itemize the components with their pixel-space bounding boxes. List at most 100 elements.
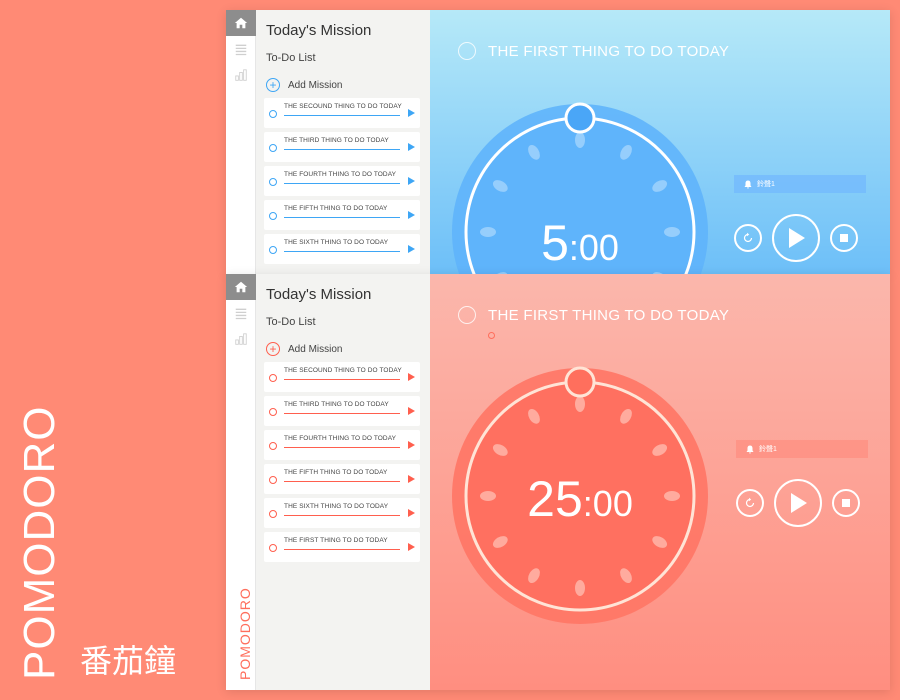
task-check-circle[interactable]	[269, 510, 277, 518]
timer-minutes: 25	[527, 471, 583, 527]
play-button[interactable]	[774, 479, 822, 527]
task-label: THE FIRST THING TO DO TODAY	[284, 537, 388, 544]
reset-button[interactable]	[736, 489, 764, 517]
task-play-icon[interactable]	[408, 109, 415, 117]
brand-subtitle: 番茄鐘	[80, 642, 177, 680]
add-mission-label: Add Mission	[288, 79, 343, 91]
bell-icon	[744, 180, 752, 188]
sidebar-subtitle: To-Do List	[266, 52, 316, 64]
task-item[interactable]: THE SIXTH THING TO DO TODAY	[264, 234, 420, 264]
plus-icon: +	[266, 78, 280, 92]
task-item[interactable]: THE SECOUND THING TO DO TODAY	[264, 98, 420, 128]
task-item[interactable]: THE THIRD THING TO DO TODAY	[264, 396, 420, 426]
task-play-icon[interactable]	[408, 543, 415, 551]
task-item[interactable]: THE SIXTH THING TO DO TODAY	[264, 498, 420, 528]
dial-tick	[575, 132, 585, 148]
task-play-icon[interactable]	[408, 509, 415, 517]
nav-list-button[interactable]	[226, 36, 256, 62]
stop-button[interactable]	[830, 224, 858, 252]
alarm-sound-selector[interactable]: 鈴聲1	[736, 440, 868, 458]
nav-home-button[interactable]	[226, 10, 256, 36]
nav-list-button[interactable]	[226, 300, 256, 326]
task-check-circle[interactable]	[458, 306, 476, 324]
play-icon	[789, 228, 805, 248]
sidebar-title: Today's Mission	[266, 22, 372, 39]
timer-dial[interactable]: 25:00	[450, 366, 710, 626]
task-check-circle[interactable]	[269, 178, 277, 186]
timer-controls	[734, 214, 858, 262]
nav-rail	[226, 10, 256, 274]
timer-panel: THE FIRST THING TO DO TODAY 25:00 鈴聲1	[430, 274, 890, 690]
task-check-circle[interactable]	[269, 212, 277, 220]
app-screen-red: POMODORO Today's Mission To-Do List + Ad…	[226, 274, 890, 690]
task-item[interactable]: THE FOURTH THING TO DO TODAY	[264, 430, 420, 460]
task-play-icon[interactable]	[408, 441, 415, 449]
task-check-circle[interactable]	[269, 544, 277, 552]
task-item[interactable]: THE SECOUND THING TO DO TODAY	[264, 362, 420, 392]
task-check-circle[interactable]	[269, 246, 277, 254]
task-label: THE FOURTH THING TO DO TODAY	[284, 171, 397, 178]
task-play-icon[interactable]	[408, 373, 415, 381]
task-check-circle[interactable]	[269, 144, 277, 152]
stop-button[interactable]	[832, 489, 860, 517]
task-underline	[284, 515, 400, 516]
current-task[interactable]: THE FIRST THING TO DO TODAY	[458, 42, 729, 60]
task-item[interactable]: THE FIFTH THING TO DO TODAY	[264, 200, 420, 230]
nav-stats-button[interactable]	[226, 326, 256, 352]
task-item[interactable]: THE FIFTH THING TO DO TODAY	[264, 464, 420, 494]
task-check-circle[interactable]	[269, 408, 277, 416]
task-play-icon[interactable]	[408, 143, 415, 151]
timer-seconds: 00	[578, 227, 619, 268]
reset-button[interactable]	[734, 224, 762, 252]
play-button[interactable]	[772, 214, 820, 262]
task-label: THE FIFTH THING TO DO TODAY	[284, 205, 388, 212]
task-label: THE SIXTH THING TO DO TODAY	[284, 503, 389, 510]
alarm-label: 鈴聲1	[757, 181, 775, 188]
task-play-icon[interactable]	[408, 177, 415, 185]
task-progress-dot	[488, 332, 495, 339]
current-task-label: THE FIRST THING TO DO TODAY	[488, 42, 730, 60]
task-play-icon[interactable]	[408, 245, 415, 253]
nav-stats-button[interactable]	[226, 62, 256, 88]
todo-sidebar: Today's Mission To-Do List + Add Mission…	[256, 10, 430, 274]
todo-sidebar: Today's Mission To-Do List + Add Mission…	[256, 274, 430, 690]
task-underline	[284, 251, 400, 252]
reset-icon	[745, 497, 755, 508]
timer-dial[interactable]: 5:00	[450, 102, 710, 274]
task-check-circle[interactable]	[458, 42, 476, 60]
task-play-icon[interactable]	[408, 407, 415, 415]
task-underline	[284, 217, 400, 218]
add-mission-button[interactable]: + Add Mission	[266, 342, 342, 356]
nav-home-button[interactable]	[226, 274, 256, 300]
bell-icon	[746, 445, 754, 453]
task-check-circle[interactable]	[269, 374, 277, 382]
brand-title: POMODORO	[15, 405, 64, 680]
task-label: THE SECOUND THING TO DO TODAY	[284, 367, 402, 374]
dial-knob[interactable]	[564, 366, 596, 398]
add-mission-button[interactable]: + Add Mission	[266, 78, 342, 92]
chart-icon	[235, 69, 247, 81]
chart-icon	[235, 333, 247, 345]
current-task[interactable]: THE FIRST THING TO DO TODAY	[458, 306, 729, 324]
task-play-icon[interactable]	[408, 475, 415, 483]
alarm-label: 鈴聲1	[759, 446, 777, 453]
task-underline	[284, 183, 400, 184]
alarm-sound-selector[interactable]: 鈴聲1	[734, 175, 866, 193]
task-label: THE SIXTH THING TO DO TODAY	[284, 239, 389, 246]
task-list: THE SECOUND THING TO DO TODAY THE THIRD T…	[264, 362, 420, 566]
task-label: THE THIRD THING TO DO TODAY	[284, 401, 389, 408]
task-play-icon[interactable]	[408, 211, 415, 219]
task-item[interactable]: THE FOURTH THING TO DO TODAY	[264, 166, 420, 196]
task-item[interactable]: THE THIRD THING TO DO TODAY	[264, 132, 420, 162]
task-check-circle[interactable]	[269, 110, 277, 118]
task-underline	[284, 413, 400, 414]
task-check-circle[interactable]	[269, 442, 277, 450]
stop-icon	[842, 499, 850, 507]
task-item[interactable]: THE FIRST THING TO DO TODAY	[264, 532, 420, 562]
timer-controls	[736, 479, 860, 527]
task-check-circle[interactable]	[269, 476, 277, 484]
dial-knob[interactable]	[564, 102, 596, 134]
task-label: THE THIRD THING TO DO TODAY	[284, 137, 389, 144]
timer-panel: THE FIRST THING TO DO TODAY 5:00 鈴聲1	[430, 10, 890, 274]
dial-tick	[575, 580, 585, 596]
